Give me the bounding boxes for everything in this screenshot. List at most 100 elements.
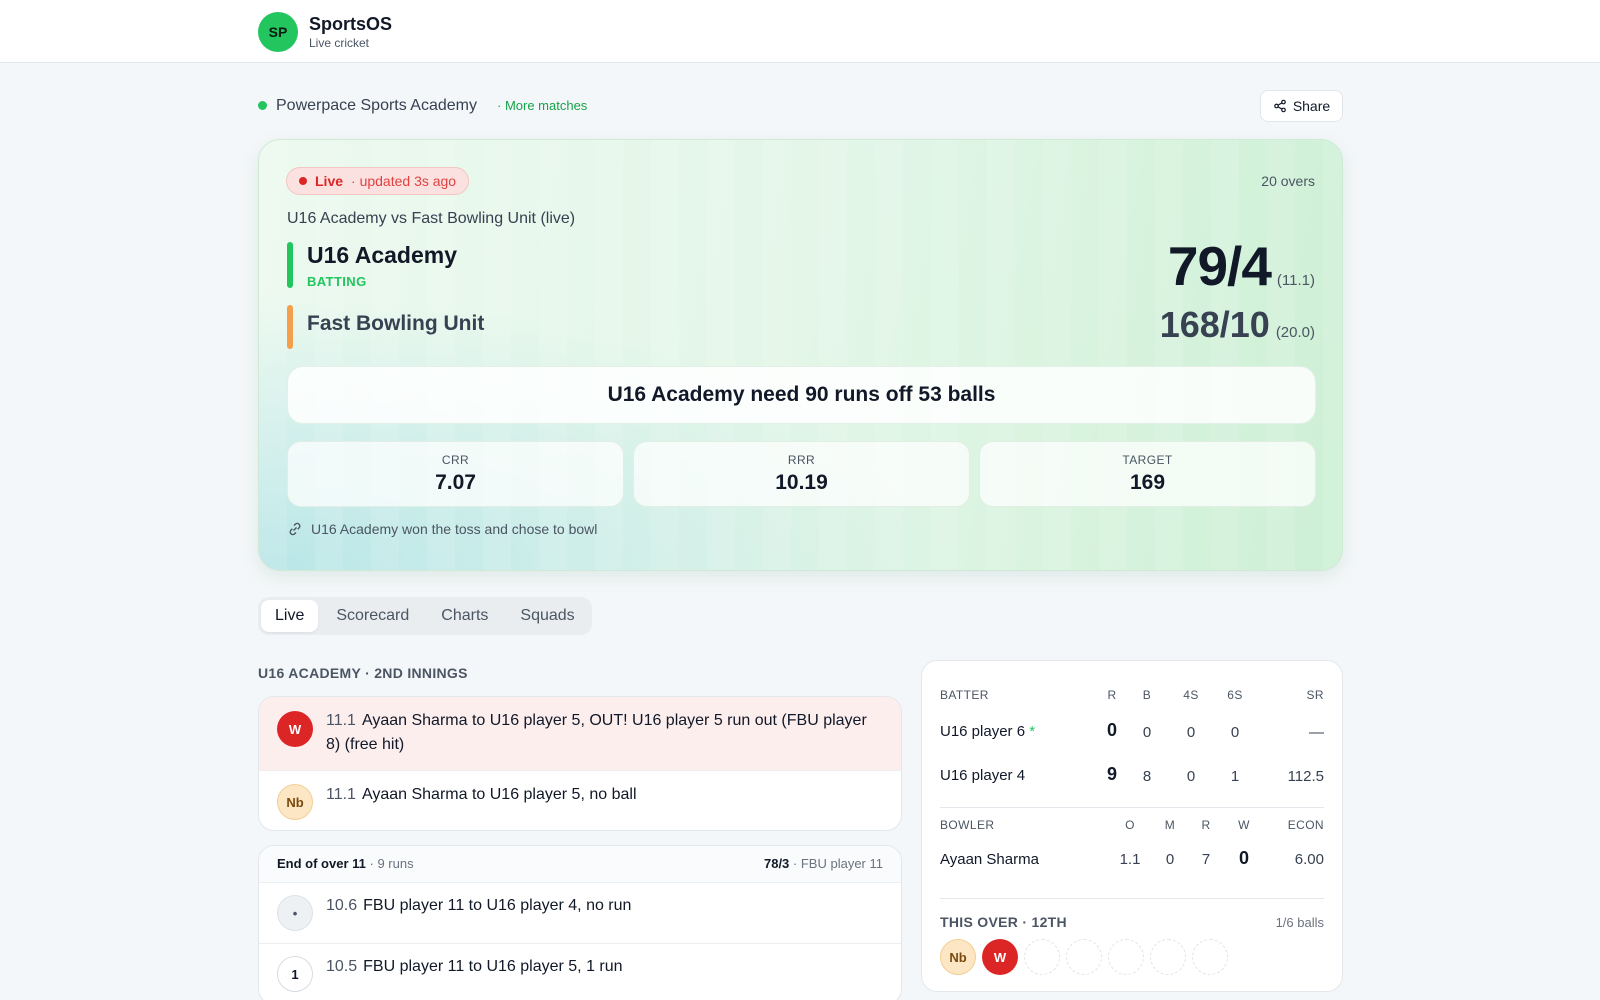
overs-total: 20 overs: [1261, 173, 1315, 189]
target-stat: TARGET 169: [979, 441, 1316, 507]
econ-header: ECON: [1287, 818, 1324, 832]
runs-badge: 1: [277, 956, 313, 992]
toss-info: U16 Academy won the toss and chose to bo…: [287, 521, 597, 537]
over-summary-runs: · 9 runs: [369, 856, 414, 871]
batter-name[interactable]: U16 player 6 *: [940, 723, 1035, 740]
panel-divider: [940, 898, 1324, 899]
bowler-wickets: 0: [1238, 848, 1249, 868]
batter-balls: 8: [1142, 768, 1152, 785]
sixes-header: 6S: [1227, 688, 1243, 702]
overs-header: O: [1125, 818, 1135, 832]
panel-divider: [940, 807, 1324, 808]
ball-description: FBU player 11 to U16 player 4, no run: [363, 897, 632, 914]
target-label: TARGET: [1122, 453, 1173, 467]
innings-heading: U16 ACADEMY · 2ND INNINGS: [258, 665, 468, 681]
batter-name-text: U16 player 4: [940, 767, 1026, 784]
toss-link-icon: [289, 522, 301, 536]
commentary-text: 10.5 FBU player 11 to U16 player 5, 1 run: [326, 955, 873, 979]
dot-ball-badge: •: [277, 895, 313, 931]
crr-value: 7.07: [435, 471, 476, 494]
tab-squads[interactable]: Squads: [506, 600, 588, 632]
ball-description: Ayaan Sharma to U16 player 5, OUT! U16 p…: [326, 712, 867, 753]
toss-text: U16 Academy won the toss and chose to bo…: [311, 521, 598, 537]
commentary-item: • 10.6 FBU player 11 to U16 player 4, no …: [259, 883, 901, 944]
ball-over: 11.1: [326, 712, 356, 729]
commentary-text: 10.6 FBU player 11 to U16 player 4, no ru…: [326, 894, 873, 918]
bowler-overs: 1.1: [1119, 851, 1141, 868]
balls-header: B: [1142, 688, 1152, 702]
this-over-empty-ball: [1066, 939, 1102, 975]
batter-strike-rate: 112.5: [1287, 768, 1324, 785]
bowler-economy: 6.00: [1294, 851, 1324, 868]
team2-name: Fast Bowling Unit: [307, 312, 485, 335]
commentary-text: 11.1 Ayaan Sharma to U16 player 5, no bal…: [326, 783, 873, 807]
bowler-runs: 7: [1201, 851, 1211, 868]
this-over-empty-ball: [1024, 939, 1060, 975]
commentary-text: 11.1 Ayaan Sharma to U16 player 5, OUT! U…: [326, 709, 873, 757]
no-ball-badge: Nb: [277, 784, 313, 820]
bowler-header: BOWLER: [940, 818, 995, 832]
org-status-dot: [258, 101, 267, 110]
batter-sixes: 1: [1230, 768, 1240, 785]
more-matches-link[interactable]: · More matches: [497, 98, 587, 113]
maidens-header: M: [1164, 818, 1176, 832]
runs-header: R: [1107, 688, 1117, 702]
live-dot-icon: [299, 177, 307, 185]
bowler-runs-header: R: [1201, 818, 1211, 832]
batter-sixes: 0: [1230, 724, 1240, 741]
match-title: U16 Academy vs Fast Bowling Unit (live): [287, 210, 576, 227]
tab-scorecard[interactable]: Scorecard: [322, 600, 423, 632]
over-summary-title: End of over 11: [277, 856, 366, 871]
org-name: Powerpace Sports Academy: [276, 97, 477, 114]
on-strike-icon: *: [1029, 723, 1036, 740]
commentary-card: End of over 11 · 9 runs 78/3 · FBU playe…: [258, 845, 902, 1000]
rrr-value: 10.19: [775, 471, 828, 494]
bowler-maidens: 0: [1165, 851, 1175, 868]
this-over-ball: W: [982, 939, 1018, 975]
brand-logo[interactable]: SP: [258, 12, 298, 52]
share-button[interactable]: Share: [1260, 90, 1343, 122]
updated-time: · updated 3s ago: [351, 173, 457, 189]
wicket-badge: W: [277, 711, 313, 747]
share-icon: [1273, 99, 1286, 113]
this-over-heading: THIS OVER · 12TH: [940, 914, 1067, 930]
ball-over: 10.5: [326, 958, 358, 975]
live-label: Live: [315, 173, 344, 189]
batter-balls: 0: [1142, 724, 1152, 741]
this-over-balls-count: 1/6 balls: [1275, 915, 1324, 930]
team2-runs-wickets: 168/10: [1159, 304, 1270, 345]
match-tabs: Live Scorecard Charts Squads: [258, 597, 592, 635]
batter-name[interactable]: U16 player 4: [940, 767, 1025, 784]
ball-over: 11.1: [326, 786, 356, 803]
brand-name[interactable]: SportsOS: [309, 14, 392, 35]
batting-bowling-panel: BATTER R B 4S 6S SR U16 player 6 * 0 0 0…: [921, 660, 1343, 992]
ball-description: Ayaan Sharma to U16 player 5, no ball: [361, 786, 637, 803]
batter-strike-rate: —: [1309, 724, 1324, 741]
share-label: Share: [1292, 98, 1331, 114]
batter-fours: 0: [1186, 768, 1196, 785]
over-summary-right: 78/3 · FBU player 11: [764, 856, 883, 871]
team1-color-bar: [287, 242, 293, 288]
ball-description: FBU player 11 to U16 player 5, 1 run: [363, 958, 623, 975]
over-summary-score: 78/3: [763, 856, 790, 871]
rrr-label: RRR: [787, 453, 816, 467]
tab-charts[interactable]: Charts: [427, 600, 502, 632]
crr-label: CRR: [441, 453, 470, 467]
this-over-ball: Nb: [940, 939, 976, 975]
rrr-stat: RRR 10.19: [633, 441, 970, 507]
over-summary-bowler: · FBU player 11: [792, 856, 883, 871]
team1-batting-status: BATTING: [307, 274, 367, 289]
tab-live[interactable]: Live: [261, 600, 319, 632]
top-bar: SP SportsOS Live cricket: [0, 0, 1600, 63]
over-summary-left: End of over 11 · 9 runs: [277, 856, 414, 871]
ball-over: 10.6: [326, 897, 358, 914]
bowler-name[interactable]: Ayaan Sharma: [940, 851, 1039, 868]
sr-header: SR: [1306, 688, 1324, 702]
commentary-item: Nb 11.1 Ayaan Sharma to U16 player 5, no …: [259, 771, 901, 830]
crr-stat: CRR 7.07: [287, 441, 624, 507]
this-over-empty-ball: [1108, 939, 1144, 975]
commentary-card: W 11.1 Ayaan Sharma to U16 player 5, OUT!…: [258, 696, 902, 831]
team1-runs-wickets: 79/4: [1167, 235, 1272, 297]
team2-color-bar: [287, 305, 293, 349]
target-value: 169: [1129, 471, 1166, 494]
